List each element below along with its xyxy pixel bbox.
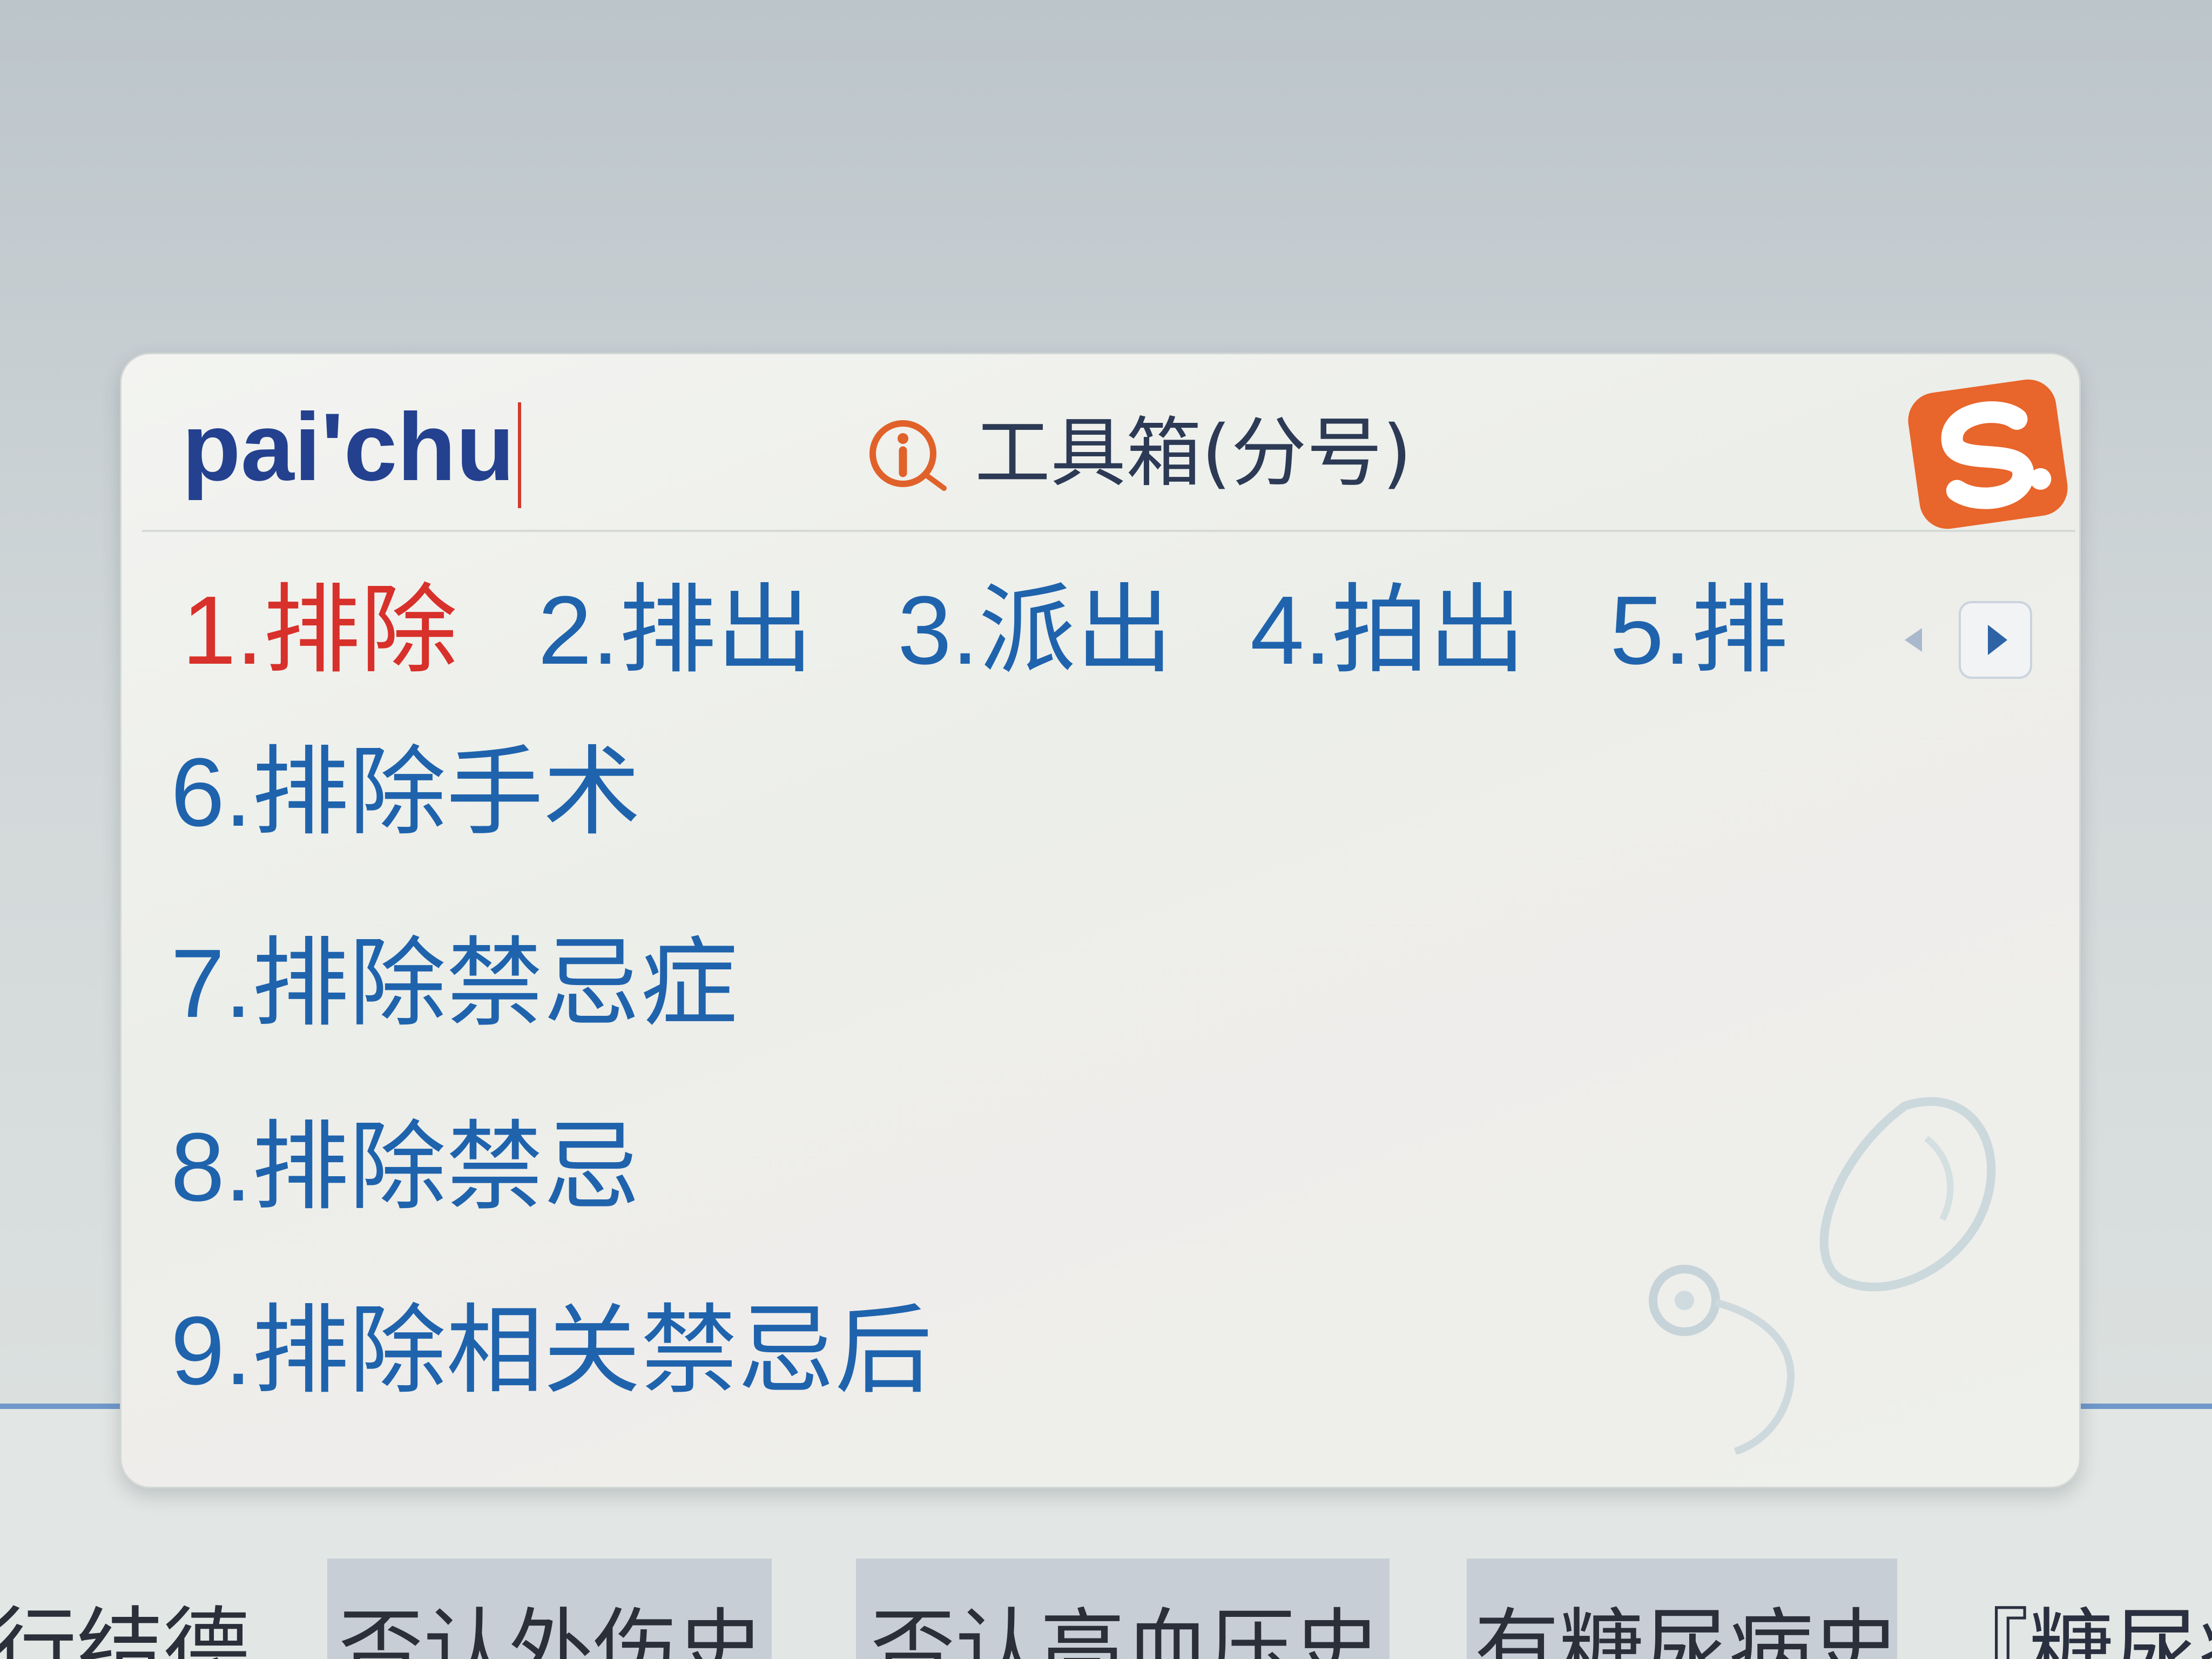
phrase-chip-no-hypertension[interactable]: 否认高血压史 — [856, 1559, 1390, 1659]
phrase-chip-no-trauma[interactable]: 否认外伤史 — [327, 1559, 772, 1659]
skin-decoration — [1649, 1097, 1996, 1454]
candidate-6[interactable]: 6.排除手术 — [171, 739, 640, 853]
candidate-1[interactable]: 1.排除 — [182, 577, 457, 691]
text-caret — [517, 402, 521, 508]
composition-text: pai'chu — [182, 393, 515, 501]
candidate-5[interactable]: 5.排 — [1610, 577, 1788, 691]
candidate-3[interactable]: 3.派出 — [898, 577, 1173, 691]
toolbox-label: 工具箱(分号) — [975, 409, 1412, 497]
sogou-logo-icon[interactable] — [1901, 370, 2074, 538]
next-page-button[interactable] — [1959, 601, 2032, 679]
prev-page-button[interactable] — [1878, 601, 1948, 679]
candidate-7[interactable]: 7.排除禁忌症 — [171, 930, 738, 1044]
candidate-pager — [1878, 601, 2034, 679]
candidate-4[interactable]: 4.拍出 — [1250, 577, 1526, 691]
ime-candidate-window: pai'chu 工具箱(分号) 1.排除 2.排出 3.派出 4.拍出 5.排 — [120, 353, 2081, 1488]
candidate-9[interactable]: 9.排除相关禁忌后 — [171, 1298, 932, 1411]
toolbox-hint[interactable]: 工具箱(分号) — [864, 413, 1534, 499]
ime-divider — [142, 530, 2075, 532]
candidate-2[interactable]: 2.排出 — [538, 577, 813, 691]
partial-record-text: 行结德 — [0, 1597, 250, 1659]
chevron-right-icon — [1988, 625, 2007, 655]
info-icon — [864, 413, 950, 499]
candidate-8[interactable]: 8.排除禁忌 — [171, 1114, 640, 1228]
phrase-chip-diabetes-bracket[interactable]: 『糖尿病 — [1940, 1559, 2212, 1659]
chevron-left-icon — [1905, 628, 1922, 652]
composition-area: pai'chu — [182, 399, 521, 512]
phrase-chip-diabetes[interactable]: 有糖尿病史 — [1467, 1559, 1897, 1659]
